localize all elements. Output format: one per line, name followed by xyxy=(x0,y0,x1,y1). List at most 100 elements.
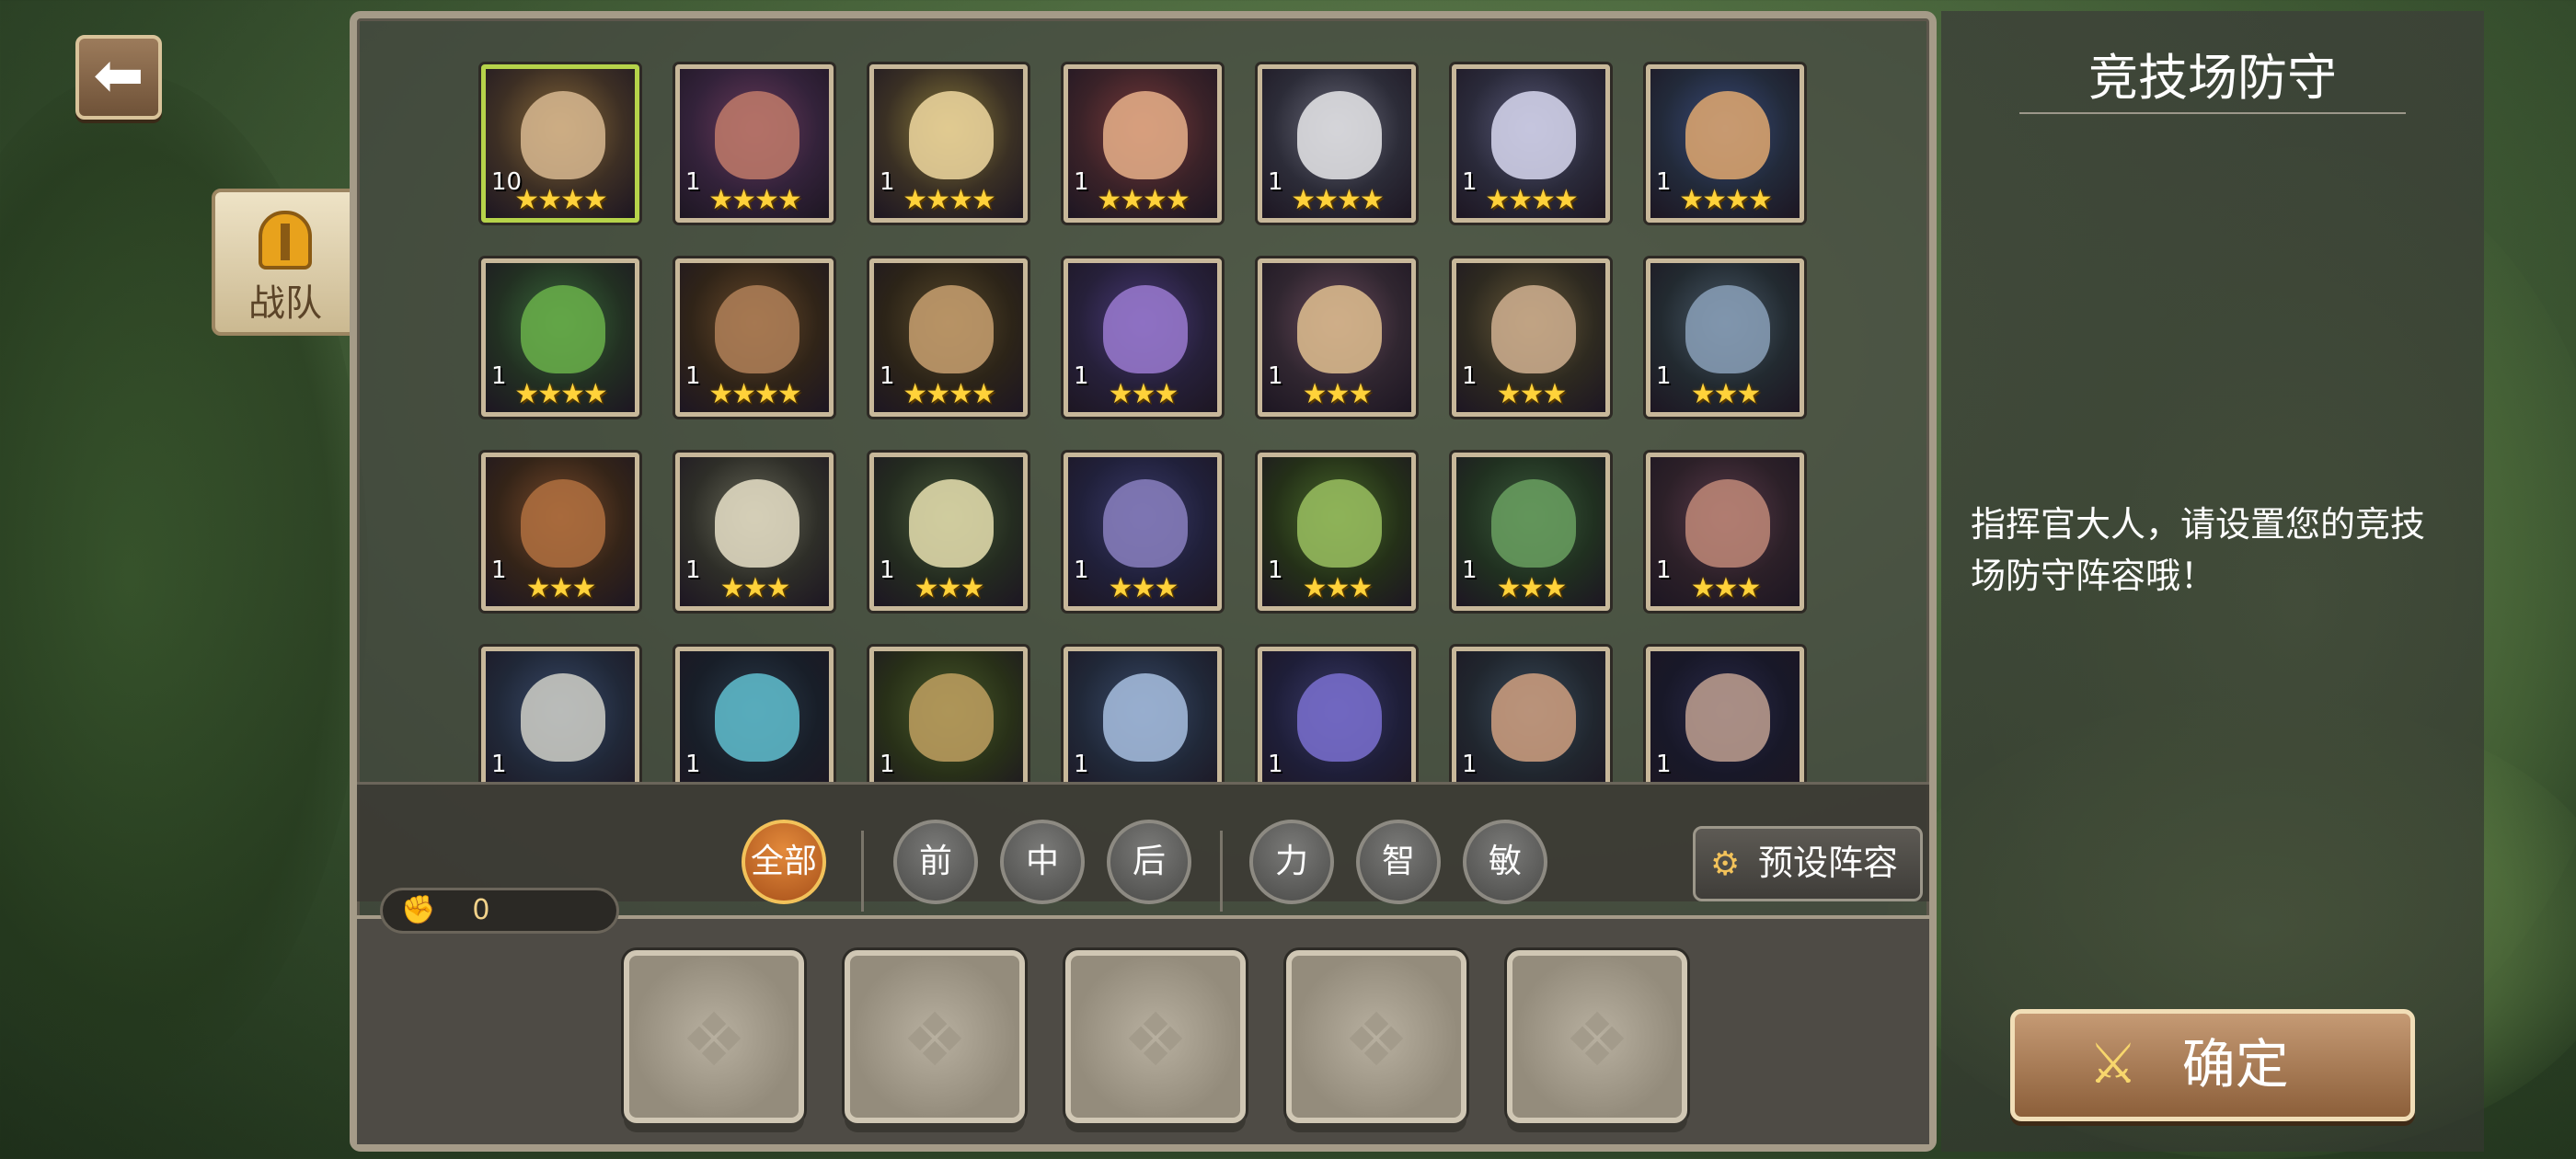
gear-people-icon: ⚙ xyxy=(1710,845,1741,883)
hero-stars: ★★★ xyxy=(914,572,985,604)
hero-stars: ★★★★ xyxy=(514,184,608,216)
title-divider xyxy=(2019,112,2406,114)
hero-selection-panel: 10 ★★★★ 1 ★★★★ 1 ★★★★ 1 ★★★★ 1 ★★★★ 1 ★★★★ 1 ★★★★ 1 ★★★… xyxy=(350,11,1937,1152)
hero-portrait xyxy=(1297,285,1382,373)
hero-card[interactable]: 1 ★★★★ xyxy=(869,64,1028,223)
hero-card[interactable]: 1 ★★★★ xyxy=(675,258,834,417)
filter-front-button[interactable]: 前 xyxy=(893,820,978,904)
filter-middle-button[interactable]: 中 xyxy=(1000,820,1085,904)
hero-stars: ★★★ xyxy=(1108,572,1179,604)
hero-portrait xyxy=(715,673,799,762)
hero-stars: ★★★ xyxy=(1302,572,1374,604)
hero-card[interactable]: 1 xyxy=(1646,647,1804,782)
back-button[interactable]: ⬅ xyxy=(75,35,162,120)
hero-card[interactable]: 1 xyxy=(675,647,834,782)
hero-card[interactable]: 1 ★★★ xyxy=(1646,453,1804,611)
hero-portrait xyxy=(521,479,605,568)
hero-portrait xyxy=(1491,91,1576,179)
filter-intelligence-button[interactable]: 智 xyxy=(1356,820,1441,904)
hero-stars: ★★★ xyxy=(525,572,597,604)
hero-stars: ★★★★ xyxy=(1097,184,1190,216)
hero-portrait xyxy=(1297,479,1382,568)
filter-all-button[interactable]: 全部 xyxy=(742,820,826,904)
hero-portrait xyxy=(1685,479,1770,568)
hero-portrait xyxy=(1103,285,1188,373)
hero-card[interactable]: 1 xyxy=(481,647,639,782)
hero-card[interactable]: 1 ★★★ xyxy=(1258,258,1416,417)
hero-card[interactable]: 1 ★★★★ xyxy=(1258,64,1416,223)
hero-level: 1 xyxy=(1074,751,1089,778)
confirm-button[interactable]: ⚔ 确定 xyxy=(2010,1009,2415,1121)
hero-card[interactable]: 1 xyxy=(869,647,1028,782)
formation-slot[interactable] xyxy=(624,950,804,1123)
formation-slot[interactable] xyxy=(1065,950,1246,1123)
hero-card[interactable]: 10 ★★★★ xyxy=(481,64,639,223)
hero-card[interactable]: 1 xyxy=(1452,647,1610,782)
hero-portrait xyxy=(909,91,994,179)
hero-card[interactable]: 1 ★★★ xyxy=(1258,453,1416,611)
hero-card[interactable]: 1 ★★★★ xyxy=(481,258,639,417)
hero-card[interactable]: 1 ★★★ xyxy=(1064,258,1222,417)
hero-card[interactable]: 1 ★★★★ xyxy=(675,64,834,223)
formation-slot[interactable] xyxy=(845,950,1025,1123)
hero-portrait xyxy=(1491,285,1576,373)
hero-card[interactable]: 1 ★★★★ xyxy=(1646,64,1804,223)
hero-card[interactable]: 1 ★★★ xyxy=(1452,258,1610,417)
hero-level: 1 xyxy=(1656,751,1672,778)
hero-card[interactable]: 1 ★★★★ xyxy=(1064,64,1222,223)
hero-stars: ★★★★ xyxy=(1679,184,1773,216)
hero-stars: ★★★★ xyxy=(708,378,802,410)
filter-agility-button[interactable]: 敏 xyxy=(1463,820,1547,904)
divider xyxy=(1220,831,1223,912)
confirm-label: 确定 xyxy=(2181,1033,2289,1096)
filter-strength-button[interactable]: 力 xyxy=(1249,820,1334,904)
hero-portrait xyxy=(909,285,994,373)
hero-portrait xyxy=(1685,285,1770,373)
hero-stars: ★★★ xyxy=(1302,378,1374,410)
hero-stars: ★★★ xyxy=(1690,572,1762,604)
formation-slot[interactable] xyxy=(1286,950,1466,1123)
hero-portrait xyxy=(909,479,994,568)
info-panel: 竞技场防守 指挥官大人，请设置您的竞技场防守阵容哦！ xyxy=(1941,11,2484,1152)
hero-level: 1 xyxy=(685,751,701,778)
hero-portrait xyxy=(909,673,994,762)
hero-portrait xyxy=(1685,91,1770,179)
hero-portrait xyxy=(1297,91,1382,179)
hero-card[interactable]: 1 ★★★ xyxy=(1646,258,1804,417)
formation-slot[interactable] xyxy=(1507,950,1687,1123)
fist-icon: ✊ xyxy=(401,894,436,926)
team-tab[interactable]: 战队 xyxy=(212,189,359,336)
crossed-swords-icon: ⚔ xyxy=(2088,1032,2138,1096)
hero-card[interactable]: 1 ★★★ xyxy=(481,453,639,611)
hero-portrait xyxy=(715,285,799,373)
hero-stars: ★★★★ xyxy=(903,184,996,216)
hero-card[interactable]: 1 ★★★ xyxy=(1064,453,1222,611)
hero-card[interactable]: 1 xyxy=(1064,647,1222,782)
hero-grid[interactable]: 10 ★★★★ 1 ★★★★ 1 ★★★★ 1 ★★★★ 1 ★★★★ 1 ★★★★ 1 ★★★★ 1 ★★★… xyxy=(357,18,1929,782)
filter-back-button[interactable]: 后 xyxy=(1107,820,1191,904)
hero-card[interactable]: 1 ★★★★ xyxy=(869,258,1028,417)
hero-card[interactable]: 1 ★★★★ xyxy=(1452,64,1610,223)
hero-card[interactable]: 1 xyxy=(1258,647,1416,782)
hero-level: 1 xyxy=(1268,751,1283,778)
team-power-value: 0 xyxy=(472,894,490,926)
hero-stars: ★★★★ xyxy=(514,378,608,410)
panel-title: 竞技场防守 xyxy=(2088,49,2337,107)
formation-slots xyxy=(357,915,1929,1144)
preset-lineup-label: 预设阵容 xyxy=(1758,843,1899,883)
hero-card[interactable]: 1 ★★★ xyxy=(675,453,834,611)
team-power: ✊ 0 xyxy=(380,888,619,934)
hero-stars: ★★★ xyxy=(1496,572,1568,604)
hero-level: 1 xyxy=(1462,751,1478,778)
hero-portrait xyxy=(1103,91,1188,179)
hero-portrait xyxy=(715,91,799,179)
hero-stars: ★★★★ xyxy=(903,378,996,410)
divider xyxy=(861,831,864,912)
hero-stars: ★★★★ xyxy=(708,184,802,216)
hero-portrait xyxy=(1103,673,1188,762)
preset-lineup-button[interactable]: ⚙ 预设阵容 xyxy=(1693,826,1923,901)
hero-stars: ★★★ xyxy=(1108,378,1179,410)
hero-card[interactable]: 1 ★★★ xyxy=(869,453,1028,611)
hero-portrait xyxy=(1491,673,1576,762)
hero-card[interactable]: 1 ★★★ xyxy=(1452,453,1610,611)
